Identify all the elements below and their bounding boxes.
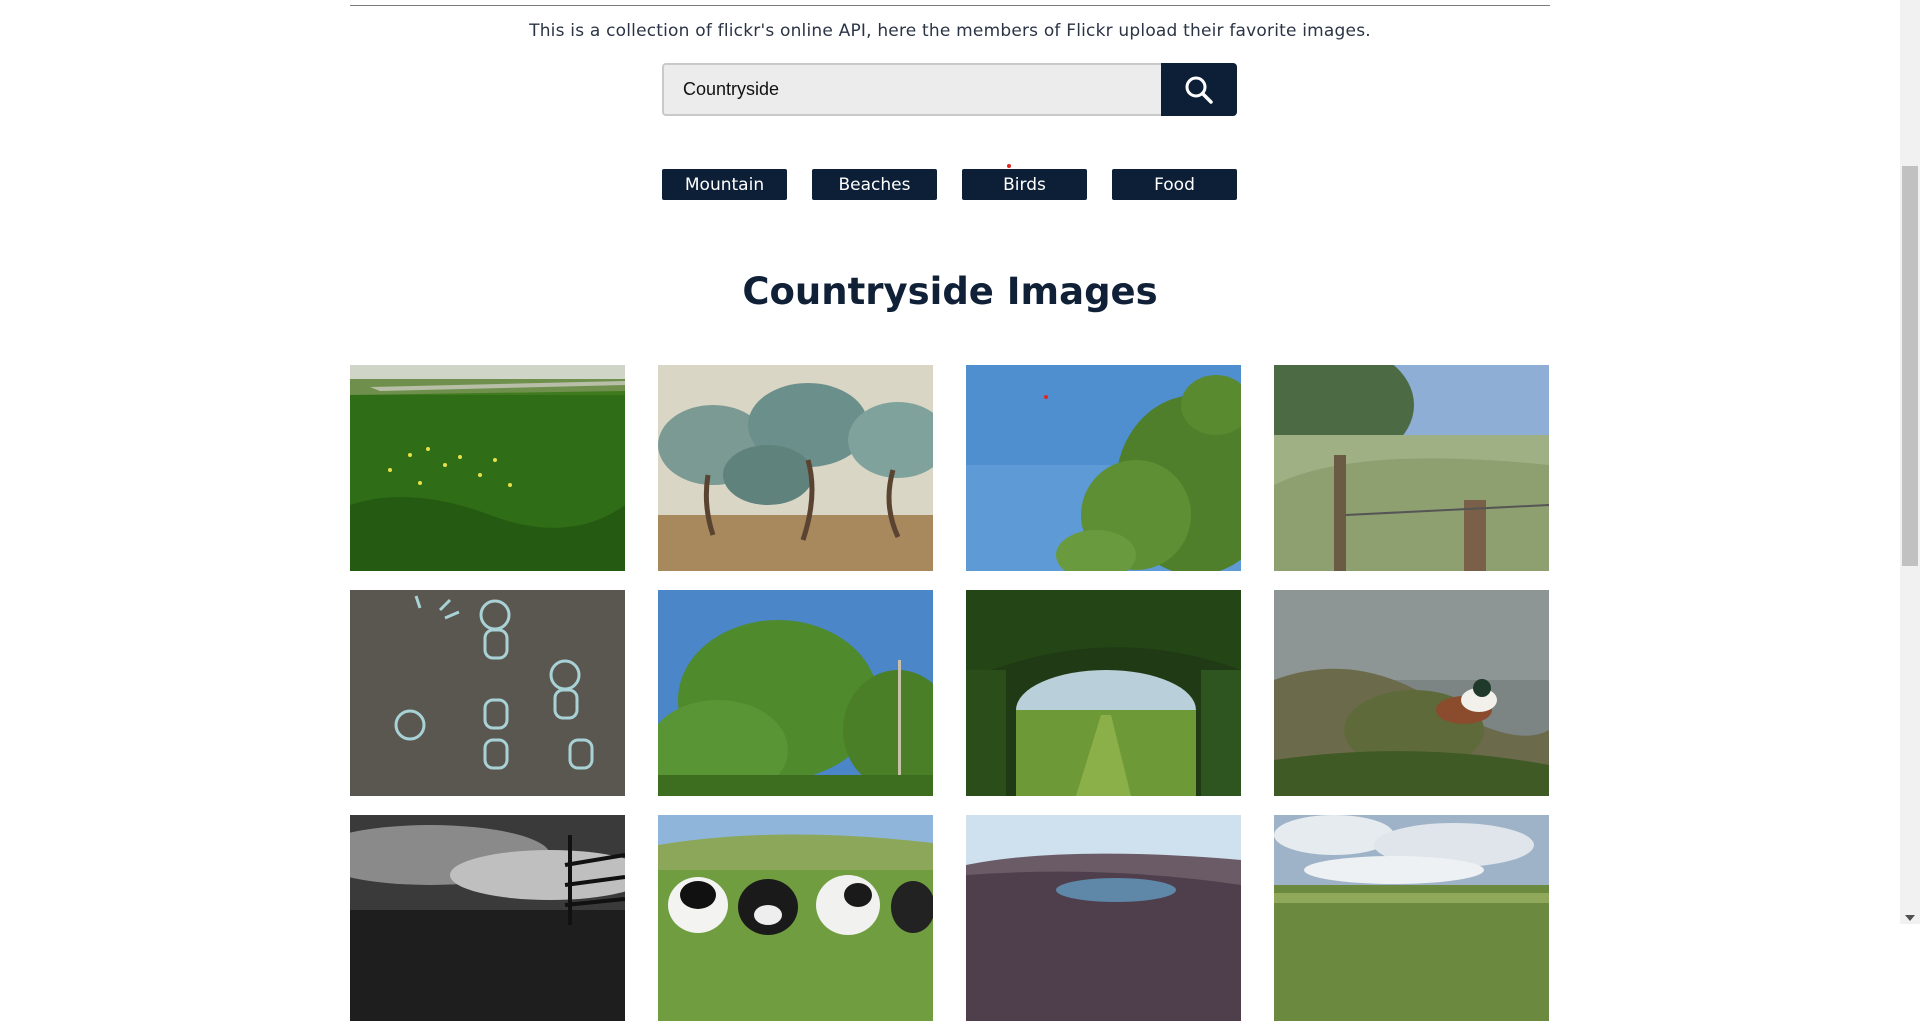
search-input[interactable] <box>662 63 1161 116</box>
cursor-marker <box>1044 395 1048 399</box>
gallery-image-cloudy-farmland[interactable] <box>1274 815 1549 1021</box>
search-bar <box>662 63 1237 116</box>
scrollbar-thumb[interactable] <box>1902 166 1918 566</box>
gallery-image-lake-in-hills[interactable] <box>966 815 1241 1021</box>
category-buttons: Mountain Beaches Birds Food <box>662 169 1237 200</box>
search-button[interactable] <box>1161 63 1237 116</box>
gallery-image-chalk-drawings-pavement[interactable] <box>350 590 625 796</box>
category-birds-button[interactable]: Birds <box>962 169 1087 200</box>
scroll-down-arrow-icon[interactable] <box>1905 915 1915 921</box>
category-food-button[interactable]: Food <box>1112 169 1237 200</box>
gallery-image-tree-against-sky[interactable] <box>966 365 1241 571</box>
page-scrollbar[interactable] <box>1900 0 1920 924</box>
gallery-image-duck-in-reeds[interactable] <box>1274 590 1549 796</box>
top-divider <box>350 5 1550 6</box>
gallery-image-olive-trees-painting[interactable] <box>658 365 933 571</box>
cursor-marker <box>1007 164 1011 168</box>
image-gallery <box>350 365 1550 1021</box>
gallery-image-gate-under-clouds[interactable] <box>350 815 625 1021</box>
gallery-image-cows-in-pasture[interactable] <box>658 815 933 1021</box>
gallery-image-green-trees-sky[interactable] <box>658 590 933 796</box>
page-description: This is a collection of flickr's online … <box>529 21 1371 41</box>
category-mountain-button[interactable]: Mountain <box>662 169 787 200</box>
category-beaches-button[interactable]: Beaches <box>812 169 937 200</box>
gallery-image-fence-post-grass[interactable] <box>1274 365 1549 571</box>
gallery-image-field-through-trees[interactable] <box>966 590 1241 796</box>
search-icon <box>1185 76 1213 104</box>
gallery-heading: Countryside Images <box>742 270 1158 313</box>
gallery-image-grass-field[interactable] <box>350 365 625 571</box>
